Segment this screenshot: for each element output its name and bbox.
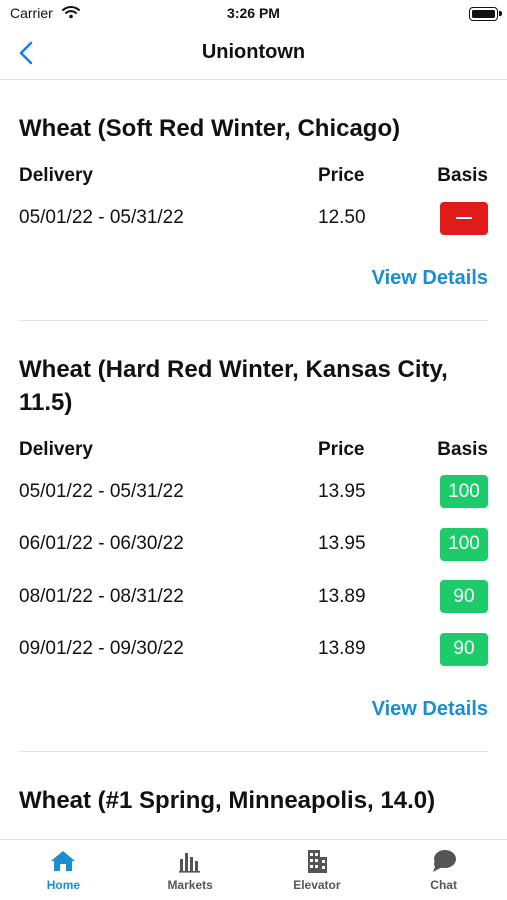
delivery-period: 08/01/22 - 08/31/22	[19, 585, 184, 607]
bid-row: 09/01/22 - 09/30/22 13.89 90	[19, 623, 488, 676]
tab-bar: Home Markets Elevator Chat	[0, 839, 507, 900]
tab-chat[interactable]: Chat	[380, 840, 507, 900]
tab-label: Home	[46, 878, 81, 892]
price-value: 13.95	[318, 480, 366, 502]
view-details-link[interactable]: View Details	[372, 698, 488, 721]
delivery-period: 09/01/22 - 09/30/22	[19, 638, 184, 660]
delivery-period: 05/01/22 - 05/31/22	[19, 480, 184, 502]
basis-badge: 100	[440, 527, 488, 561]
navigation-bar: Uniontown	[0, 28, 507, 80]
delivery-period: 05/01/22 - 05/31/22	[19, 207, 184, 229]
view-details-link[interactable]: View Details	[372, 267, 488, 290]
dash-icon	[456, 217, 472, 220]
bid-row: 05/01/22 - 05/31/22 12.50	[19, 192, 488, 245]
price-value: 13.89	[318, 585, 366, 607]
commodity-title: Wheat (Soft Red Winter, Chicago)	[19, 115, 401, 142]
price-header: Price	[318, 165, 365, 186]
tab-markets[interactable]: Markets	[127, 840, 254, 900]
markets-icon	[176, 848, 204, 874]
delivery-period: 06/01/22 - 06/30/22	[19, 533, 184, 555]
price-value: 13.95	[318, 533, 366, 555]
delivery-header: Delivery	[19, 165, 93, 186]
column-header-row: Delivery Price Basis	[19, 158, 488, 194]
bids-list[interactable]: Wheat (Soft Red Winter, Chicago) Deliver…	[0, 81, 507, 839]
home-icon	[49, 848, 77, 874]
column-header-row: Delivery Price Basis	[19, 432, 488, 468]
elevator-icon	[303, 848, 331, 874]
basis-badge: 100	[440, 475, 488, 509]
basis-badge: 90	[440, 580, 488, 614]
commodity-section: Wheat (#1 Spring, Minneapolis, 14.0)	[0, 752, 507, 817]
basis-badge	[440, 201, 488, 235]
delivery-header: Delivery	[19, 438, 93, 460]
tab-elevator[interactable]: Elevator	[254, 840, 381, 900]
tab-label: Elevator	[293, 878, 341, 892]
tab-label: Markets	[167, 878, 213, 892]
chat-icon	[430, 848, 458, 874]
bid-row: 06/01/22 - 06/30/22 13.95 100	[19, 518, 488, 571]
page-title: Uniontown	[201, 41, 306, 63]
commodity-title: Wheat (Hard Red Winter, Kansas City, 11.…	[19, 355, 448, 416]
battery-icon	[469, 7, 502, 21]
tab-home[interactable]: Home	[0, 840, 127, 900]
basis-badge: 90	[440, 632, 488, 666]
price-header: Price	[318, 438, 365, 460]
bid-row: 05/01/22 - 05/31/22 13.95 100	[19, 466, 488, 519]
basis-header: Basis	[437, 165, 488, 186]
price-value: 12.50	[318, 207, 366, 229]
tab-label: Chat	[430, 878, 457, 892]
status-bar: Carrier 3:26 PM	[0, 0, 507, 28]
price-value: 13.89	[318, 638, 366, 660]
status-time: 3:26 PM	[227, 5, 280, 21]
basis-header: Basis	[437, 438, 488, 460]
commodity-section: Wheat (Soft Red Winter, Chicago) Deliver…	[0, 81, 507, 290]
bid-row: 08/01/22 - 08/31/22 13.89 90	[19, 571, 488, 624]
commodity-title: Wheat (#1 Spring, Minneapolis, 14.0)	[19, 786, 436, 814]
commodity-section: Wheat (Hard Red Winter, Kansas City, 11.…	[0, 321, 507, 721]
